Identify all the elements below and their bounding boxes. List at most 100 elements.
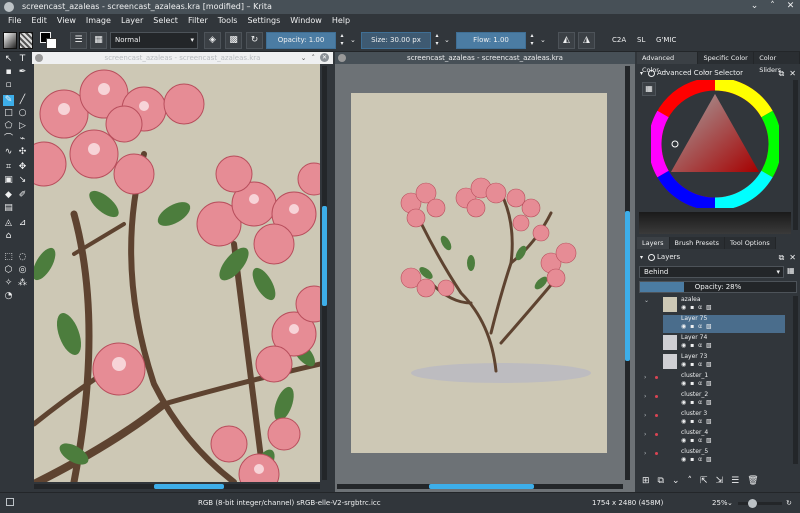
magnetic-select-icon[interactable]: ◔ bbox=[3, 291, 14, 302]
menu-filter[interactable]: Filter bbox=[184, 14, 214, 29]
blend-mode-select[interactable]: Normal ▾ bbox=[110, 32, 198, 49]
text-tool-icon[interactable]: T bbox=[17, 54, 28, 65]
opacity-slider[interactable]: Opacity: 1.00 bbox=[266, 32, 336, 49]
close-icon[interactable]: ✕ bbox=[789, 252, 796, 263]
measure-tool-icon[interactable]: ↘ bbox=[17, 175, 28, 186]
expand-icon[interactable]: › bbox=[644, 450, 646, 457]
gradient-tool-icon[interactable]: ▤ bbox=[3, 203, 14, 214]
freehand-path-icon[interactable]: ⌁ bbox=[17, 134, 28, 145]
layer-row[interactable]: cluster_5 ◉ ▪ α ▧ bbox=[663, 448, 785, 466]
float-icon[interactable]: ⧉ bbox=[779, 68, 785, 79]
tab-color-sliders[interactable]: Color Sliders bbox=[754, 52, 800, 74]
polyline-tool-icon[interactable]: ▷ bbox=[17, 121, 28, 132]
ellipse-select-icon[interactable]: ◌ bbox=[17, 252, 28, 263]
pattern-swatch[interactable] bbox=[19, 32, 33, 49]
fg-bg-color-selector[interactable] bbox=[40, 32, 58, 49]
lock-icon[interactable] bbox=[648, 254, 655, 261]
ellipse-tool-icon[interactable]: ○ bbox=[17, 108, 28, 119]
layer-opacity-slider[interactable]: Opacity: 28% bbox=[639, 281, 797, 293]
brush-editor-icon[interactable]: ☰ bbox=[70, 32, 87, 49]
vertical-scrollbar[interactable] bbox=[625, 66, 630, 480]
layers-scrollbar[interactable] bbox=[793, 296, 798, 464]
subwindow-close-button[interactable]: ✕ bbox=[320, 53, 329, 62]
eraser-mode-icon[interactable]: ◈ bbox=[204, 32, 221, 49]
add-layer-icon[interactable]: ⊞ bbox=[642, 476, 650, 490]
layer-flags[interactable]: ◉ ▪ α ▧ bbox=[681, 361, 713, 368]
layer-flags[interactable]: ◉ ▪ α ▧ bbox=[681, 437, 713, 444]
sl-button[interactable]: SL bbox=[637, 32, 645, 49]
mirror-vertical-icon[interactable]: ◮ bbox=[578, 32, 595, 49]
menu-edit[interactable]: Edit bbox=[27, 14, 53, 29]
menu-view[interactable]: View bbox=[53, 14, 82, 29]
tab-specific-color[interactable]: Specific Color ... bbox=[698, 52, 755, 74]
horizontal-scrollbar[interactable] bbox=[34, 484, 320, 489]
layer-flags[interactable]: ◉ ▪ α ▧ bbox=[681, 456, 713, 463]
menu-image[interactable]: Image bbox=[82, 14, 117, 29]
scroll-thumb[interactable] bbox=[429, 484, 534, 489]
rotation-icon[interactable]: ↻ bbox=[786, 499, 792, 507]
color-history-strip[interactable] bbox=[639, 212, 791, 234]
gmic-button[interactable]: G'MIC bbox=[656, 32, 676, 49]
tab-brush-presets[interactable]: Brush Presets bbox=[669, 237, 725, 249]
dynamic-brush-icon[interactable]: ∿ bbox=[3, 147, 14, 158]
calligraphy-icon[interactable]: ✒ bbox=[17, 67, 28, 78]
layer-row[interactable]: Layer 74 ◉ ▪ α ▧ bbox=[663, 334, 785, 352]
scroll-thumb[interactable] bbox=[625, 211, 630, 361]
reload-preset-icon[interactable]: ↻ bbox=[246, 32, 263, 49]
layer-properties-icon[interactable]: ▦ bbox=[787, 266, 797, 278]
close-window-button[interactable]: ✕ bbox=[785, 1, 796, 12]
layer-blend-select[interactable]: Behind ▾ bbox=[639, 266, 784, 278]
expand-icon[interactable]: › bbox=[644, 431, 646, 438]
close-icon[interactable]: ✕ bbox=[789, 68, 796, 79]
merge-down-icon[interactable]: ⇲ bbox=[716, 476, 724, 490]
menu-tools[interactable]: Tools bbox=[214, 14, 244, 29]
move-tool-icon[interactable]: ✥ bbox=[17, 162, 28, 173]
scroll-thumb[interactable] bbox=[322, 206, 327, 306]
polygon-tool-icon[interactable]: ⬠ bbox=[3, 121, 14, 132]
magic-wand-icon[interactable]: ✧ bbox=[3, 278, 14, 289]
edit-shapes-icon[interactable]: ▪ bbox=[3, 67, 14, 78]
expand-icon[interactable]: › bbox=[644, 374, 646, 381]
mirror-horizontal-icon[interactable]: ◭ bbox=[558, 32, 575, 49]
float-icon[interactable]: ⧉ bbox=[779, 252, 785, 263]
layer-row[interactable]: cluster_1 ◉ ▪ α ▧ bbox=[663, 372, 785, 390]
rectangle-tool-icon[interactable]: □ bbox=[3, 108, 14, 119]
layer-flags[interactable]: ◉ ▪ α ▧ bbox=[681, 399, 713, 406]
subwindow-maximize-button[interactable]: ˄ bbox=[312, 52, 316, 64]
size-spin[interactable]: ▴ ▾ bbox=[433, 32, 441, 49]
artwork-full[interactable] bbox=[351, 93, 607, 453]
scroll-thumb[interactable] bbox=[154, 484, 224, 489]
freehand-select-icon[interactable]: ◎ bbox=[17, 265, 28, 276]
line-tool-icon[interactable]: ╱ bbox=[17, 95, 28, 106]
multibrush-icon[interactable]: ✣ bbox=[17, 147, 28, 158]
delete-layer-icon[interactable]: 🗑 bbox=[747, 476, 758, 490]
expand-icon[interactable]: › bbox=[644, 393, 646, 400]
move-down-icon[interactable]: ⌄ bbox=[672, 476, 680, 490]
chevron-down-icon[interactable]: ⌄ bbox=[727, 499, 733, 507]
menu-file[interactable]: File bbox=[4, 14, 27, 29]
layer-flags[interactable]: ◉ ▪ α ▧ bbox=[681, 418, 713, 425]
perspective-grid-icon[interactable]: ⊿ bbox=[17, 218, 28, 229]
zoom-level[interactable]: 25% bbox=[712, 499, 728, 507]
brush-presets-icon[interactable]: ▦ bbox=[90, 32, 107, 49]
c2a-button[interactable]: C2A bbox=[612, 32, 626, 49]
menu-settings[interactable]: Settings bbox=[243, 14, 286, 29]
maximize-button[interactable]: ˄ bbox=[767, 1, 778, 12]
minimize-button[interactable]: ⌄ bbox=[749, 1, 760, 12]
artwork-zoomed[interactable] bbox=[34, 64, 320, 482]
color-panel-scrollbar[interactable] bbox=[793, 80, 798, 230]
layer-row[interactable]: Layer 73 ◉ ▪ α ▧ bbox=[663, 353, 785, 371]
flow-slider[interactable]: Flow: 1.00 bbox=[456, 32, 526, 49]
tab-advanced-color[interactable]: Advanced Color ... bbox=[637, 52, 699, 74]
chevron-down-icon[interactable]: ⌄ bbox=[350, 32, 356, 49]
layer-row[interactable]: cluster_2 ◉ ▪ α ▧ bbox=[663, 391, 785, 409]
lock-icon[interactable] bbox=[648, 70, 655, 77]
layer-flags[interactable]: ◉ ▪ α ▧ bbox=[681, 323, 713, 330]
reference-images-icon[interactable]: ⌂ bbox=[3, 231, 14, 242]
zoom-slider-handle[interactable] bbox=[748, 499, 757, 508]
rect-select-icon[interactable]: ⬚ bbox=[3, 252, 14, 263]
layer-flags[interactable]: ◉ ▪ α ▧ bbox=[681, 342, 713, 349]
chevron-down-icon[interactable]: ⌄ bbox=[444, 32, 450, 49]
transform-tool-icon[interactable]: ▣ bbox=[3, 175, 14, 186]
menu-layer[interactable]: Layer bbox=[117, 14, 149, 29]
